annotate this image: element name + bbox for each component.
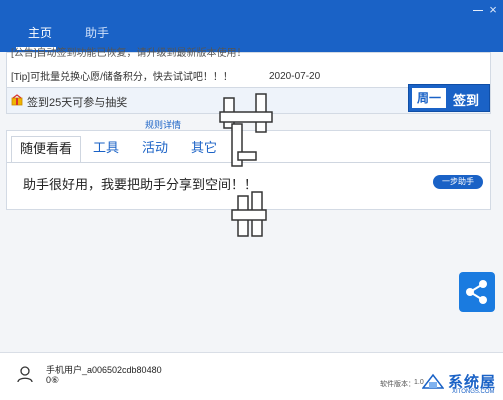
- minimize-icon[interactable]: [471, 3, 485, 17]
- watermark-graphic: [219, 93, 273, 237]
- tab-tools[interactable]: 工具: [93, 136, 119, 160]
- username: 手机用户_a006502cdb80480: [46, 365, 162, 375]
- weekday-badge: 周一: [412, 88, 446, 108]
- version-label: 软件版本：: [380, 381, 415, 388]
- signin-label: 签到: [453, 93, 480, 108]
- tab-helper[interactable]: 助手: [85, 26, 109, 46]
- notice-row[interactable]: [公告]自动签到功能已恢复，请升级到最新版本使用！: [11, 47, 431, 61]
- close-icon[interactable]: ×: [486, 3, 500, 17]
- user-avatar-icon[interactable]: [16, 365, 34, 383]
- tab-browse[interactable]: 随便看看: [11, 136, 81, 163]
- tab-other[interactable]: 其它: [191, 136, 217, 160]
- signin-button[interactable]: 周一 签到: [408, 84, 490, 112]
- points-value: 0⑥: [46, 375, 60, 385]
- tab-activity[interactable]: 活动: [142, 136, 168, 160]
- share-icon: [466, 280, 487, 304]
- share-float-button[interactable]: [459, 272, 495, 312]
- footer: 手机用户_a006502cdb80480 0⑥ 软件版本： 1.0 系统屋 XI…: [0, 352, 503, 400]
- notice-row[interactable]: [Tip]可批量兑换心愿/储备积分，快去试试吧！！！: [11, 71, 311, 85]
- tab-home[interactable]: 主页: [28, 26, 52, 46]
- brand-domain: XITONGS.COM: [452, 389, 495, 395]
- checkin-message: 签到25天可参与抽奖: [27, 97, 128, 109]
- header-bar: × 主页 助手: [0, 0, 503, 52]
- one-click-share-button[interactable]: 一步助手: [433, 175, 483, 189]
- gift-icon: [11, 94, 23, 106]
- notice-date: 2020-07-20: [269, 71, 321, 82]
- brand-logo-icon: [422, 373, 444, 389]
